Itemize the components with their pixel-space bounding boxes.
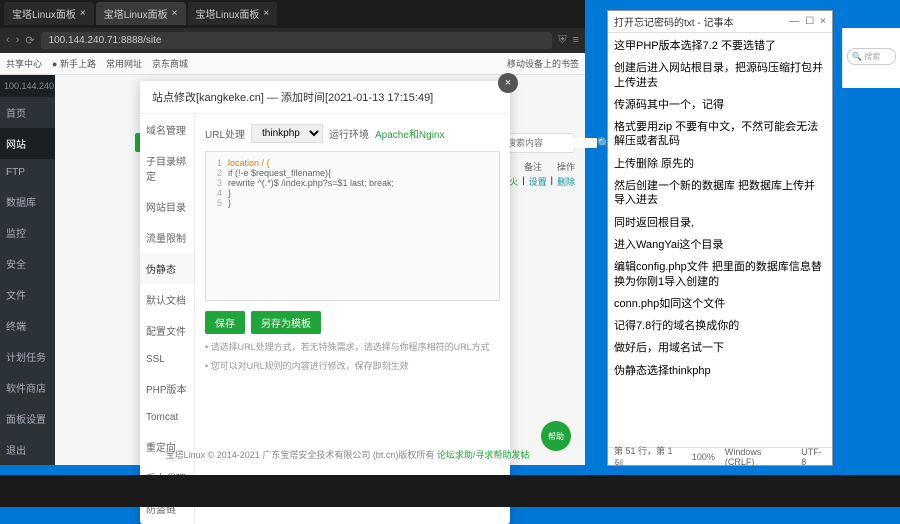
sidebar-item-db[interactable]: 数据库 xyxy=(0,186,55,217)
taskbar[interactable] xyxy=(0,475,900,507)
modal-tab-default[interactable]: 默认文档 xyxy=(140,284,194,315)
panel-sidebar: 100.144.240.71 首页 网站 FTP 数据库 监控 安全 文件 终端… xyxy=(0,75,55,465)
sidebar-item-logout[interactable]: 退出 xyxy=(0,434,55,465)
modal-tab-sitedir[interactable]: 网站目录 xyxy=(140,191,194,222)
notepad-content[interactable]: 这甲PHP版本选择7.2 不要选错了 创建后进入网站根目录，把源码压缩打包并上传… xyxy=(608,33,832,447)
modal-tab-tomcat[interactable]: Tomcat xyxy=(140,404,194,431)
sidebar-item-store[interactable]: 软件商店 xyxy=(0,372,55,403)
background-browser: 🔍 搜索 xyxy=(842,28,900,88)
browser-tab[interactable]: 宝塔Linux面板× xyxy=(4,2,94,25)
bookmark-mobile[interactable]: 移动设备上的书签 xyxy=(507,57,579,70)
modal-tab-php[interactable]: PHP版本 xyxy=(140,373,194,404)
modal-tab-rewrite[interactable]: 伪静态 xyxy=(140,253,194,284)
hint-text: • 您可以对URL规则的内容进行修改，保存即刻生效 xyxy=(205,359,500,372)
browser-tab[interactable]: 宝塔Linux面板× xyxy=(188,2,278,25)
modal-tab-subdir[interactable]: 子目录绑定 xyxy=(140,145,194,191)
shield-icon[interactable]: ⛨ xyxy=(558,34,566,47)
bookmark-item[interactable]: 共享中心 xyxy=(6,57,42,70)
action-delete[interactable]: 删除 xyxy=(557,175,575,188)
sidebar-item-files[interactable]: 文件 xyxy=(0,279,55,310)
hint-text: • 请选择URL处理方式，若无特殊需求，请选择与你程序相符的URL方式 xyxy=(205,340,500,353)
url-input[interactable] xyxy=(41,32,553,49)
modal-tab-domain[interactable]: 域名管理 xyxy=(140,114,194,145)
sidebar-item-home[interactable]: 首页 xyxy=(0,97,55,128)
server-label: 运行环境 xyxy=(329,126,369,141)
forum-link[interactable]: 论坛求助/寻求帮助发帖 xyxy=(437,450,530,460)
sidebar-ip: 100.144.240.71 xyxy=(0,75,55,97)
server-value: Apache和Nginx xyxy=(375,126,444,141)
sidebar-item-site[interactable]: 网站 xyxy=(0,128,55,159)
sidebar-item-cron[interactable]: 计划任务 xyxy=(0,341,55,372)
rewrite-code-editor[interactable]: 1location / { 2 if (!-e $request_filenam… xyxy=(205,151,500,301)
close-icon[interactable]: × xyxy=(80,8,86,19)
menu-icon[interactable]: ≡ xyxy=(573,34,579,46)
close-icon[interactable]: × xyxy=(172,8,178,19)
modal-tab-config[interactable]: 配置文件 xyxy=(140,315,194,346)
help-fab[interactable]: 帮助 xyxy=(541,421,571,451)
save-template-button[interactable]: 另存为模板 xyxy=(251,311,321,334)
url-mode-label: URL处理 xyxy=(205,126,245,141)
edge-search[interactable]: 🔍 搜索 xyxy=(847,48,896,65)
sidebar-item-security[interactable]: 安全 xyxy=(0,248,55,279)
close-icon[interactable]: × xyxy=(263,8,269,19)
save-button[interactable]: 保存 xyxy=(205,311,245,334)
modal-tabs: 域名管理 子目录绑定 网站目录 流量限制 伪静态 默认文档 配置文件 SSL P… xyxy=(140,114,195,524)
modal-tab-ssl[interactable]: SSL xyxy=(140,346,194,373)
notepad-titlebar[interactable]: 打开忘记密码的txt - 记事本 — ☐ × xyxy=(608,11,832,33)
notepad-statusbar: 第 51 行，第 1 列 100% Windows (CRLF) UTF-8 xyxy=(608,447,832,465)
close-icon[interactable]: × xyxy=(820,16,826,27)
sidebar-item-terminal[interactable]: 终端 xyxy=(0,310,55,341)
modal-title: 站点修改[kangkeke.cn] — 添加时间[2021-01-13 17:1… xyxy=(140,81,510,114)
forward-icon[interactable]: › xyxy=(16,34,20,46)
reload-icon[interactable]: ⟳ xyxy=(25,34,34,47)
minimize-icon[interactable]: — xyxy=(789,16,799,27)
sidebar-item-settings[interactable]: 面板设置 xyxy=(0,403,55,434)
action-settings[interactable]: 设置 xyxy=(529,175,547,188)
bookmarks-bar: 共享中心 ● 新手上路 常用网址 京东商城 移动设备上的书签 xyxy=(0,53,585,75)
bookmark-item[interactable]: 京东商城 xyxy=(152,57,188,70)
browser-tabs-bar: 宝塔Linux面板× 宝塔Linux面板× 宝塔Linux面板× xyxy=(0,0,585,28)
maximize-icon[interactable]: ☐ xyxy=(805,16,814,27)
modal-tab-limit[interactable]: 流量限制 xyxy=(140,222,194,253)
modal-close-button[interactable]: × xyxy=(498,73,518,93)
page-footer: 宝塔Linux © 2014-2021 广东宝塔安全技术有限公司 (bt.cn)… xyxy=(110,448,585,461)
bookmark-item[interactable]: 常用网址 xyxy=(106,57,142,70)
address-bar: ‹ › ⟳ ⛨ ≡ xyxy=(0,28,585,54)
sidebar-item-ftp[interactable]: FTP xyxy=(0,159,55,186)
url-mode-select[interactable]: thinkphp xyxy=(251,124,323,143)
bookmark-item[interactable]: ● 新手上路 xyxy=(52,57,96,70)
notepad-title: 打开忘记密码的txt - 记事本 xyxy=(614,14,789,29)
table-row-actions: 防火 | 设置 | 删除 xyxy=(500,175,575,188)
notepad-window: 打开忘记密码的txt - 记事本 — ☐ × 这甲PHP版本选择7.2 不要选错… xyxy=(607,10,833,466)
sidebar-item-monitor[interactable]: 监控 xyxy=(0,217,55,248)
browser-tab[interactable]: 宝塔Linux面板× xyxy=(96,2,186,25)
back-icon[interactable]: ‹ xyxy=(6,34,10,46)
